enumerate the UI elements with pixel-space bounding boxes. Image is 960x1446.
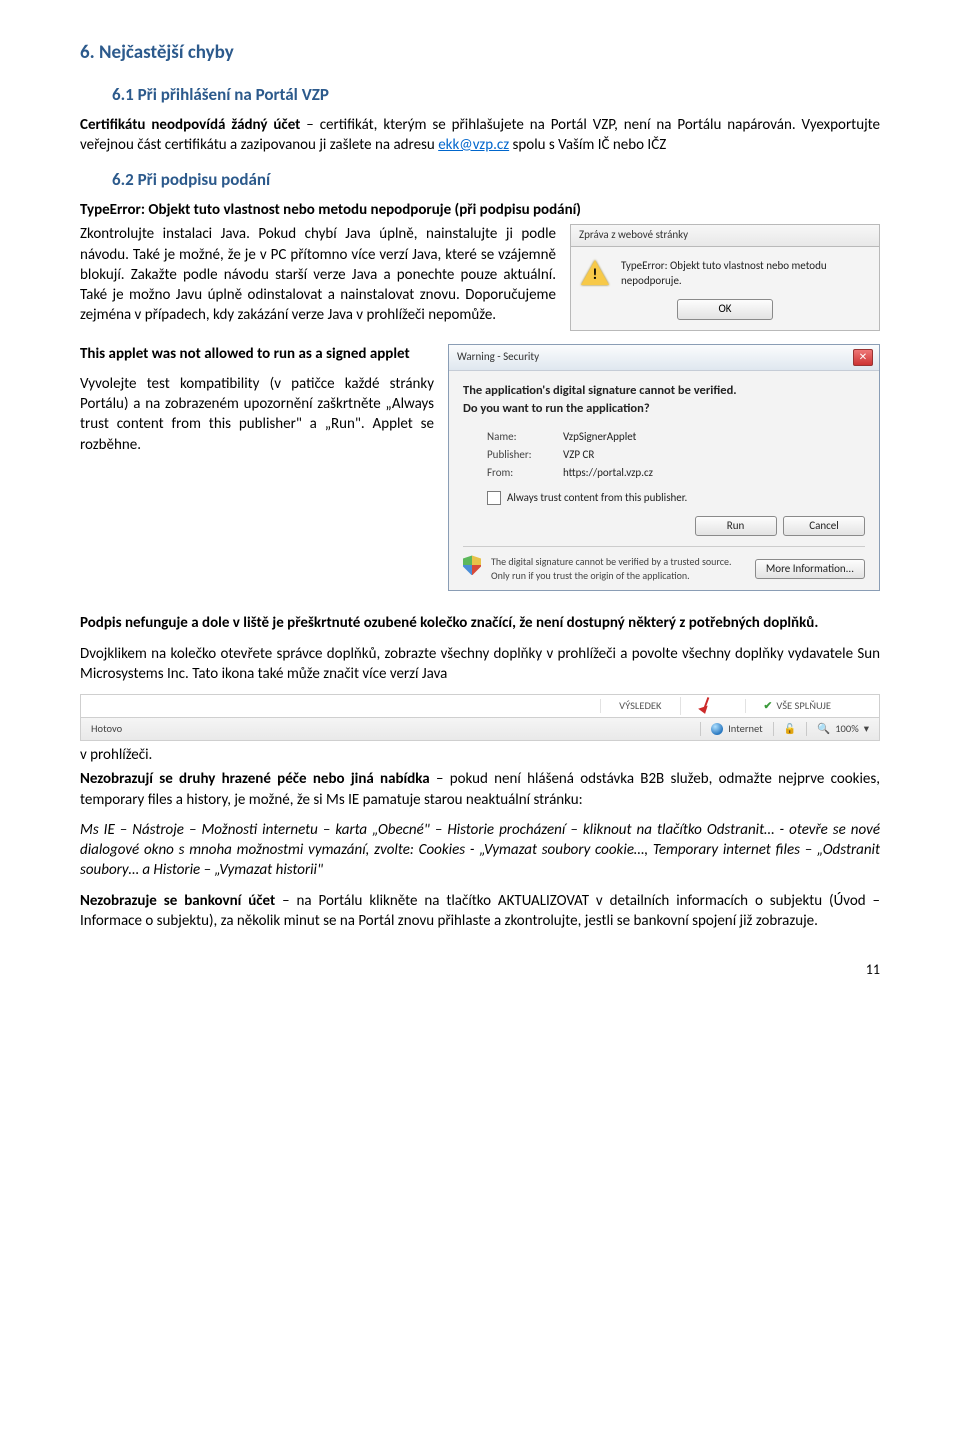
checkbox-label: Always trust content from this publisher… xyxy=(507,491,687,506)
security-heading: The application's digital signature cann… xyxy=(463,383,865,400)
label: Publisher: xyxy=(487,448,545,463)
value: VZP CR xyxy=(563,448,594,463)
status-bar-screenshot: VÝSLEDEK ✔VŠE SPLŇUJE Hotovo Internet 🔓 … xyxy=(80,694,880,741)
zone-label: Internet xyxy=(728,722,763,736)
security-dialog-title: Warning - Security xyxy=(457,350,539,365)
paragraph-italic: Ms IE – Nástroje – Možnosti internetu – … xyxy=(80,820,880,881)
bold-lead: Nezobrazují se druhy hrazené péče nebo j… xyxy=(80,770,430,788)
cancel-button[interactable]: Cancel xyxy=(783,516,865,537)
bold-lead: TypeError: Objekt tuto vlastnost nebo me… xyxy=(80,201,581,219)
paragraph: TypeError: Objekt tuto vlastnost nebo me… xyxy=(80,200,880,220)
status-col-result: VÝSLEDEK xyxy=(600,699,679,713)
label: From: xyxy=(487,466,545,481)
security-subheading: Do you want to run the application? xyxy=(463,401,865,418)
paragraph: Vyvolejte test kompatibility (v patičce … xyxy=(80,374,434,455)
bold-lead: Podpis nefunguje a dole v liště je přešk… xyxy=(80,614,818,632)
email-link[interactable]: ekk@vzp.cz xyxy=(438,136,509,154)
paragraph: Dvojklikem na kolečko otevřete správce d… xyxy=(80,644,880,685)
close-icon[interactable]: ✕ xyxy=(853,349,873,366)
bold-lead: This applet was not allowed to run as a … xyxy=(80,345,410,363)
globe-icon xyxy=(711,723,723,735)
ok-button[interactable]: OK xyxy=(677,299,773,320)
more-info-button[interactable]: More Information... xyxy=(755,559,865,580)
check-icon: ✔ xyxy=(764,699,773,713)
heading-6-2: 6.2 Při podpisu podání xyxy=(112,169,880,192)
paragraph: v prohlížeči. xyxy=(80,745,880,765)
status-done: Hotovo xyxy=(81,722,132,736)
paragraph: This applet was not allowed to run as a … xyxy=(80,344,434,364)
paragraph: Podpis nefunguje a dole v liště je přešk… xyxy=(80,613,880,633)
page-number: 11 xyxy=(80,961,880,980)
paragraph: Nezobrazují se druhy hrazené péče nebo j… xyxy=(80,769,880,810)
shield-icon xyxy=(463,555,481,575)
value: https://portal.vzp.cz xyxy=(563,466,653,481)
warning-icon: ! xyxy=(581,259,609,287)
paragraph: Certifikátu neodpovídá žádný účet – cert… xyxy=(80,115,880,156)
run-button[interactable]: Run xyxy=(695,516,777,537)
heading-6-1: 6.1 Při přihlášení na Portál VZP xyxy=(112,84,880,107)
zoom-control[interactable]: 🔍 100% ▾ xyxy=(807,722,879,736)
security-footnote: The digital signature cannot be verified… xyxy=(491,555,745,582)
status-col-ok: VŠE SPLŇUJE xyxy=(776,699,831,713)
heading-6: 6. Nejčastější chyby xyxy=(80,40,880,66)
label: Name: xyxy=(487,430,545,445)
bold-lead: Certifikátu neodpovídá žádný účet xyxy=(80,116,300,134)
paragraph: Nezobrazuje se bankovní účet – na Portál… xyxy=(80,891,880,932)
alert-dialog: Zpráva z webové stránky ! TypeError: Obj… xyxy=(570,224,880,330)
value: VzpSignerApplet xyxy=(563,430,636,445)
trust-checkbox[interactable] xyxy=(487,491,501,505)
paragraph: Zkontrolujte instalaci Java. Pokud chybí… xyxy=(80,224,556,325)
alert-message: TypeError: Objekt tuto vlastnost nebo me… xyxy=(621,259,869,289)
text: spolu s Vaším IČ nebo IČZ xyxy=(509,136,666,154)
alert-title-bar: Zpráva z webové stránky xyxy=(570,224,880,246)
bold-lead: Nezobrazuje se bankovní účet xyxy=(80,892,275,910)
red-arrow-icon xyxy=(699,697,727,715)
security-dialog: Warning - Security ✕ The application's d… xyxy=(448,344,880,592)
protected-mode-icon: 🔓 xyxy=(774,722,806,736)
